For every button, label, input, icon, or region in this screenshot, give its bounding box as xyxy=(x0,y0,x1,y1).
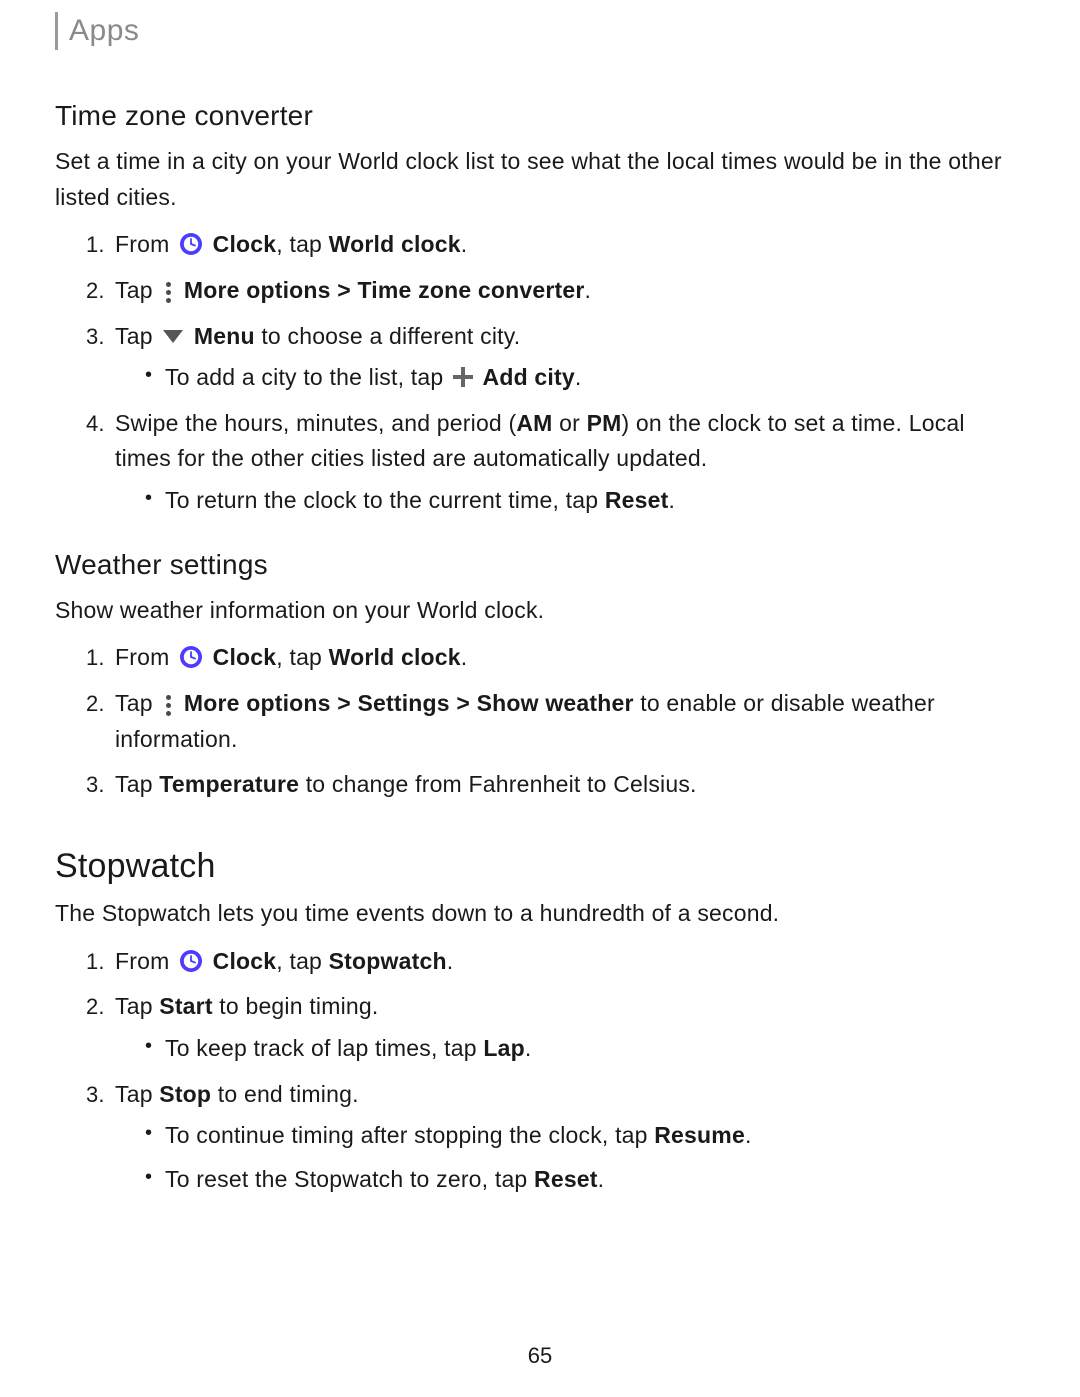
step: Tap Menu to choose a different city. To … xyxy=(111,319,1025,396)
step: Tap Start to begin timing. To keep track… xyxy=(111,989,1025,1066)
text: . xyxy=(447,948,454,974)
text: . xyxy=(585,277,592,303)
text: Tap xyxy=(115,323,159,349)
intro-tzc: Set a time in a city on your World clock… xyxy=(55,144,1025,215)
substep: To return the clock to the current time,… xyxy=(145,483,1025,519)
step: From Clock, tap Stopwatch. xyxy=(111,944,1025,980)
text: To keep track of lap times, tap xyxy=(165,1035,483,1061)
text: to end timing. xyxy=(211,1081,358,1107)
text: to begin timing. xyxy=(213,993,379,1019)
more-options-icon xyxy=(162,692,174,716)
text: . xyxy=(461,644,468,670)
clock-label: Clock xyxy=(213,948,277,974)
text: to choose a different city. xyxy=(255,323,521,349)
plus-icon xyxy=(453,367,473,387)
world-clock-label: World clock xyxy=(329,644,461,670)
text: . xyxy=(525,1035,532,1061)
breadcrumb: Apps xyxy=(55,0,1025,48)
text: From xyxy=(115,644,176,670)
clock-icon xyxy=(179,232,203,256)
clock-icon xyxy=(179,645,203,669)
text: . xyxy=(461,231,468,257)
text: To continue timing after stopping the cl… xyxy=(165,1122,654,1148)
substep: To continue timing after stopping the cl… xyxy=(145,1118,1025,1154)
resume-label: Resume xyxy=(654,1122,745,1148)
clock-label: Clock xyxy=(213,644,277,670)
text: Tap xyxy=(115,690,159,716)
substep: To add a city to the list, tap Add city. xyxy=(145,360,1025,396)
menu-caret-icon xyxy=(163,330,183,343)
step: Tap More options > Time zone converter. xyxy=(111,273,1025,309)
text: Tap xyxy=(115,993,159,1019)
step: From Clock, tap World clock. xyxy=(111,227,1025,263)
lap-label: Lap xyxy=(483,1035,525,1061)
steps-tzc: From Clock, tap World clock. Tap More op… xyxy=(55,227,1025,518)
text: To reset the Stopwatch to zero, tap xyxy=(165,1166,534,1192)
section-weather-settings: Weather settings Show weather informatio… xyxy=(55,549,1025,803)
start-label: Start xyxy=(159,993,212,1019)
text: > xyxy=(331,690,358,716)
step: From Clock, tap World clock. xyxy=(111,640,1025,676)
text: , tap xyxy=(276,231,328,257)
temperature-label: Temperature xyxy=(159,771,299,797)
clock-icon xyxy=(179,949,203,973)
stopwatch-label: Stopwatch xyxy=(329,948,447,974)
step: Tap Stop to end timing. To continue timi… xyxy=(111,1077,1025,1198)
am-label: AM xyxy=(516,410,552,436)
more-options-label: More options xyxy=(184,277,331,303)
text: or xyxy=(553,410,587,436)
steps-sw: From Clock, tap Stopwatch. Tap Start to … xyxy=(55,944,1025,1198)
more-options-label: More options xyxy=(184,690,331,716)
text: > xyxy=(450,690,477,716)
step: Tap More options > Settings > Show weath… xyxy=(111,686,1025,757)
text: to change from Fahrenheit to Celsius. xyxy=(299,771,697,797)
substeps: To keep track of lap times, tap Lap. xyxy=(115,1031,1025,1067)
heading-ws: Weather settings xyxy=(55,549,1025,581)
section-time-zone-converter: Time zone converter Set a time in a city… xyxy=(55,100,1025,519)
intro-sw: The Stopwatch lets you time events down … xyxy=(55,896,1025,932)
heading-stopwatch: Stopwatch xyxy=(55,847,1025,886)
more-options-icon xyxy=(162,279,174,303)
text: . xyxy=(575,364,582,390)
reset-label: Reset xyxy=(605,487,669,513)
pm-label: PM xyxy=(587,410,622,436)
heading-tzc: Time zone converter xyxy=(55,100,1025,132)
world-clock-label: World clock xyxy=(329,231,461,257)
show-weather-label: Show weather xyxy=(477,690,634,716)
text: From xyxy=(115,231,176,257)
settings-label: Settings xyxy=(357,690,449,716)
intro-ws: Show weather information on your World c… xyxy=(55,593,1025,629)
page-number: 65 xyxy=(0,1343,1080,1369)
text: From xyxy=(115,948,176,974)
text: . xyxy=(745,1122,752,1148)
text: , tap xyxy=(276,948,328,974)
section-stopwatch: Stopwatch The Stopwatch lets you time ev… xyxy=(55,847,1025,1197)
clock-label: Clock xyxy=(213,231,277,257)
add-city-label: Add city xyxy=(483,364,575,390)
text: > xyxy=(331,277,358,303)
text: To add a city to the list, tap xyxy=(165,364,450,390)
text: Tap xyxy=(115,771,159,797)
step: Swipe the hours, minutes, and period (AM… xyxy=(111,406,1025,519)
text: . xyxy=(598,1166,605,1192)
substeps: To return the clock to the current time,… xyxy=(115,483,1025,519)
substep: To keep track of lap times, tap Lap. xyxy=(145,1031,1025,1067)
text: , tap xyxy=(276,644,328,670)
text: Tap xyxy=(115,1081,159,1107)
menu-label: Menu xyxy=(194,323,255,349)
text: Swipe the hours, minutes, and period ( xyxy=(115,410,516,436)
steps-ws: From Clock, tap World clock. Tap More op… xyxy=(55,640,1025,803)
reset-label: Reset xyxy=(534,1166,598,1192)
substeps: To add a city to the list, tap Add city. xyxy=(115,360,1025,396)
step: Tap Temperature to change from Fahrenhei… xyxy=(111,767,1025,803)
text: Tap xyxy=(115,277,159,303)
text: To return the clock to the current time,… xyxy=(165,487,605,513)
stop-label: Stop xyxy=(159,1081,211,1107)
substep: To reset the Stopwatch to zero, tap Rese… xyxy=(145,1162,1025,1198)
tzc-label: Time zone converter xyxy=(357,277,584,303)
header-divider xyxy=(55,12,58,50)
text: . xyxy=(668,487,675,513)
substeps: To continue timing after stopping the cl… xyxy=(115,1118,1025,1197)
